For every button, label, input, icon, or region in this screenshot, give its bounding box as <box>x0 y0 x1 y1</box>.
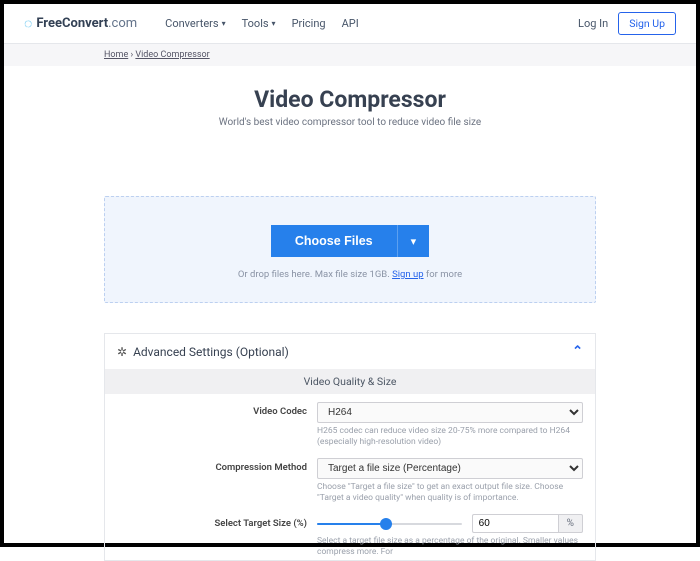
chevron-down-icon: ▾ <box>272 19 276 28</box>
breadcrumb-home[interactable]: Home <box>104 50 128 60</box>
compression-method-select[interactable]: Target a file size (Percentage) <box>317 458 583 479</box>
logo[interactable]: ◌ FreeConvert.com <box>24 15 137 32</box>
logo-text-bold: FreeConvert <box>36 16 108 31</box>
field-compression-method: Compression Method Target a file size (P… <box>105 450 595 506</box>
help-target-size: Select a target file size as a percentag… <box>317 536 583 558</box>
target-size-unit: % <box>558 514 583 533</box>
advanced-settings-panel: ✲ Advanced Settings (Optional) ⌃ Video Q… <box>104 333 596 561</box>
logo-text-light: .com <box>108 16 137 31</box>
logo-icon: ◌ <box>24 15 32 32</box>
gear-icon: ✲ <box>117 345 127 359</box>
chevron-down-icon: ▾ <box>222 19 226 28</box>
video-codec-select[interactable]: H264 <box>317 402 583 423</box>
chevron-up-icon: ⌃ <box>572 344 583 359</box>
label-compression-method: Compression Method <box>117 458 317 504</box>
page-title: Video Compressor <box>4 86 696 113</box>
label-target-size: Select Target Size (%) <box>117 514 317 558</box>
chevron-down-icon: ▾ <box>411 236 417 248</box>
top-bar: ◌ FreeConvert.com Converters▾ Tools▾ Pri… <box>4 4 696 44</box>
choose-files-dropdown[interactable]: ▾ <box>397 225 430 257</box>
help-compression-method: Choose "Target a file size" to get an ex… <box>317 482 583 504</box>
breadcrumb: Home › Video Compressor <box>4 44 696 66</box>
nav-tools[interactable]: Tools▾ <box>242 17 276 30</box>
slider-thumb[interactable] <box>380 518 392 530</box>
label-video-codec: Video Codec <box>117 402 317 448</box>
panel-header[interactable]: ✲ Advanced Settings (Optional) ⌃ <box>105 334 595 369</box>
choose-files-group: Choose Files ▾ <box>271 225 429 257</box>
section-title: Video Quality & Size <box>105 369 595 394</box>
file-dropzone[interactable]: Choose Files ▾ Or drop files here. Max f… <box>104 196 596 303</box>
page-subtitle: World's best video compressor tool to re… <box>4 117 696 128</box>
main-nav: Converters▾ Tools▾ Pricing API <box>165 17 359 30</box>
signup-link-inline[interactable]: Sign up <box>392 269 423 280</box>
nav-converters[interactable]: Converters▾ <box>165 17 225 30</box>
field-video-codec: Video Codec H264 H265 codec can reduce v… <box>105 394 595 450</box>
nav-api[interactable]: API <box>342 17 359 30</box>
field-target-size: Select Target Size (%) % Select a target… <box>105 506 595 560</box>
target-size-slider[interactable] <box>317 516 462 532</box>
login-link[interactable]: Log In <box>578 17 608 30</box>
signup-button[interactable]: Sign Up <box>618 12 676 35</box>
dropzone-hint: Or drop files here. Max file size 1GB. S… <box>105 269 595 280</box>
help-video-codec: H265 codec can reduce video size 20-75% … <box>317 426 583 448</box>
nav-pricing[interactable]: Pricing <box>292 17 326 30</box>
panel-title: Advanced Settings (Optional) <box>133 345 289 359</box>
choose-files-button[interactable]: Choose Files <box>271 225 397 257</box>
breadcrumb-current[interactable]: Video Compressor <box>135 50 209 60</box>
hero: Video Compressor World's best video comp… <box>4 66 696 136</box>
target-size-input[interactable] <box>472 514 558 533</box>
